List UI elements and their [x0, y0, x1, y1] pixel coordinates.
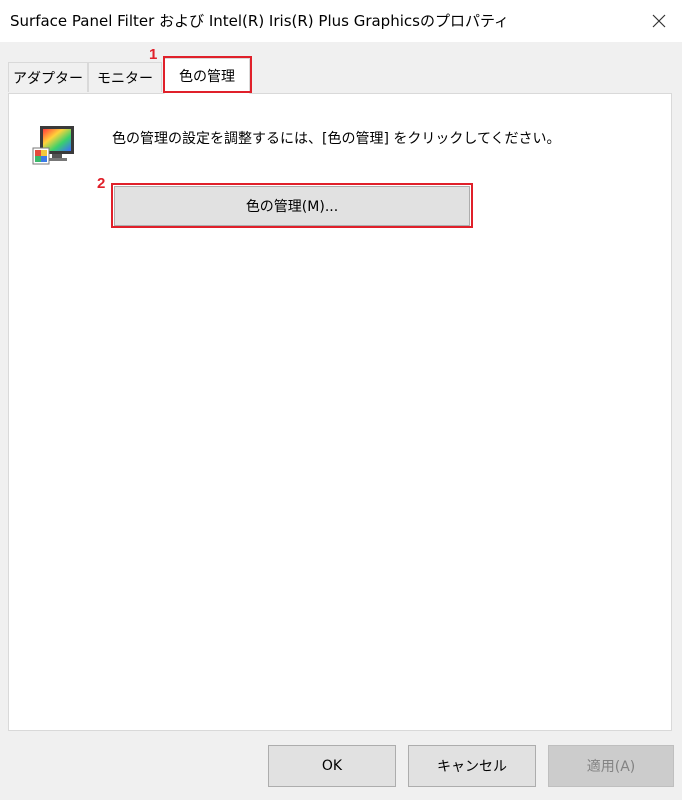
color-management-description: 色の管理の設定を調整するには、[色の管理] をクリックしてください。 — [112, 131, 561, 147]
ok-button[interactable]: OK — [268, 745, 396, 787]
tab-adapter[interactable]: アダプター — [8, 62, 88, 92]
tab-monitor[interactable]: モニター — [88, 62, 162, 92]
close-button[interactable] — [636, 0, 682, 42]
monitor-color-icon — [32, 126, 74, 165]
tab-color-management[interactable]: 色の管理 — [164, 58, 250, 94]
annotation-marker-1: 1 — [149, 46, 158, 63]
color-management-button[interactable]: 色の管理(M)... — [114, 186, 470, 226]
apply-button: 適用(A) — [548, 745, 674, 787]
cancel-button[interactable]: キャンセル — [408, 745, 536, 787]
window-title: Surface Panel Filter および Intel(R) Iris(R… — [10, 12, 510, 30]
close-icon — [652, 14, 666, 28]
title-bar: Surface Panel Filter および Intel(R) Iris(R… — [0, 0, 682, 42]
annotation-marker-2: 2 — [97, 175, 106, 192]
